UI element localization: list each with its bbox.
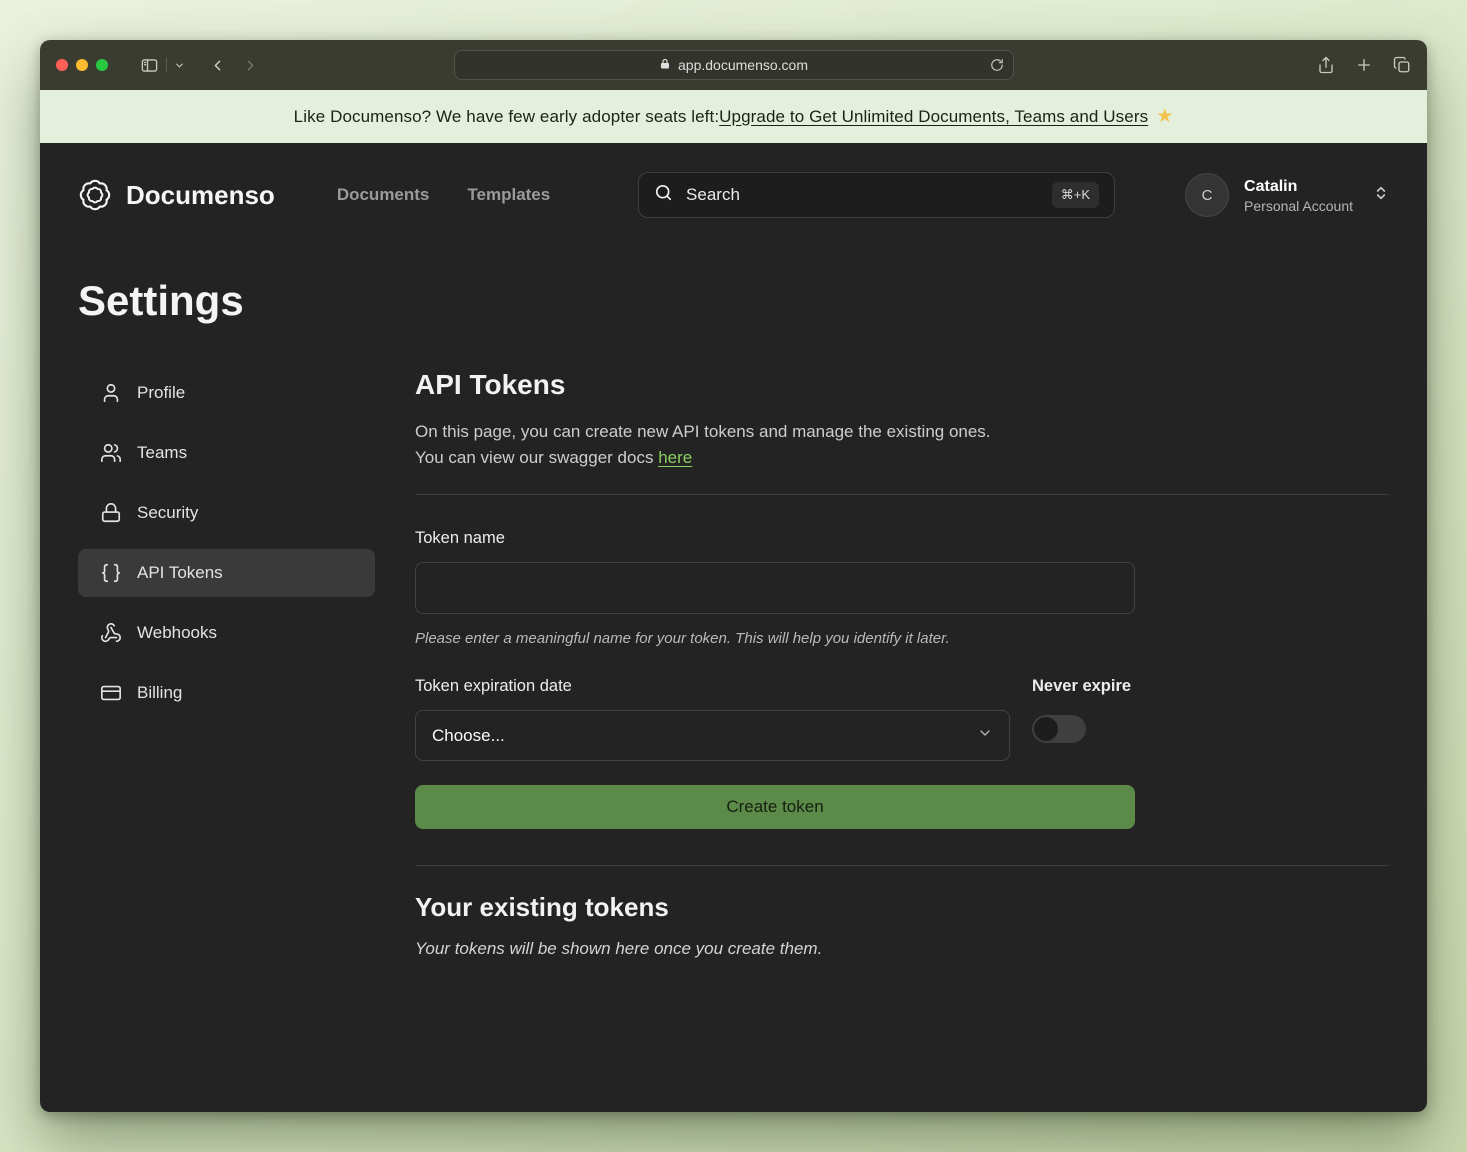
expiration-selected-value: Choose... bbox=[432, 726, 505, 746]
promo-text: Like Documenso? We have few early adopte… bbox=[294, 107, 720, 127]
nav-templates[interactable]: Templates bbox=[467, 185, 550, 205]
url-text: app.documenso.com bbox=[678, 57, 808, 73]
back-icon[interactable] bbox=[209, 57, 226, 74]
sidebar-chevron-down-icon[interactable] bbox=[174, 60, 185, 71]
search-icon bbox=[654, 183, 673, 207]
create-token-button[interactable]: Create token bbox=[415, 785, 1135, 829]
nav-documents[interactable]: Documents bbox=[337, 185, 430, 205]
search-input[interactable]: Search ⌘+K bbox=[638, 172, 1115, 218]
sidebar-item-webhooks[interactable]: Webhooks bbox=[78, 609, 375, 657]
toolbar-divider bbox=[166, 58, 167, 72]
account-menu[interactable]: C Catalin Personal Account bbox=[1185, 173, 1389, 217]
never-expire-label: Never expire bbox=[1032, 677, 1131, 696]
forward-icon[interactable] bbox=[242, 57, 259, 74]
divider bbox=[415, 494, 1389, 495]
browser-toolbar: app.documenso.com bbox=[40, 40, 1427, 90]
braces-icon bbox=[100, 562, 122, 584]
sidebar-item-label: Security bbox=[137, 503, 198, 523]
tab-overview-icon[interactable] bbox=[1393, 56, 1411, 74]
page-title: Settings bbox=[78, 277, 1389, 325]
close-window-button[interactable] bbox=[56, 59, 68, 71]
expiration-row: Token expiration date Choose... Never ex… bbox=[415, 677, 1135, 761]
sidebar-item-api-tokens[interactable]: API Tokens bbox=[78, 549, 375, 597]
search-placeholder: Search bbox=[686, 185, 740, 205]
traffic-lights bbox=[56, 59, 108, 71]
app-header: Documenso Documents Templates Search ⌘+K… bbox=[78, 143, 1389, 225]
sidebar-item-label: Billing bbox=[137, 683, 182, 703]
promo-banner: Like Documenso? We have few early adopte… bbox=[40, 90, 1427, 143]
sidebar-item-teams[interactable]: Teams bbox=[78, 429, 375, 477]
swagger-docs-link[interactable]: here bbox=[658, 448, 692, 467]
brand-name: Documenso bbox=[126, 180, 275, 211]
existing-tokens-title: Your existing tokens bbox=[415, 892, 1389, 923]
refresh-icon[interactable] bbox=[990, 58, 1004, 72]
new-tab-icon[interactable] bbox=[1355, 56, 1373, 74]
description-line1: On this page, you can create new API tok… bbox=[415, 422, 991, 441]
sidebar-toggle-icon[interactable] bbox=[140, 56, 159, 75]
toolbar-actions bbox=[1317, 56, 1411, 74]
account-name: Catalin bbox=[1244, 177, 1353, 197]
share-icon[interactable] bbox=[1317, 56, 1335, 74]
documenso-logo-icon bbox=[78, 178, 112, 212]
lock-icon bbox=[100, 502, 122, 524]
sidebar-item-label: API Tokens bbox=[137, 563, 223, 583]
app-page: Documenso Documents Templates Search ⌘+K… bbox=[40, 143, 1427, 1112]
toggle-knob bbox=[1034, 717, 1058, 741]
lock-icon bbox=[659, 57, 671, 73]
sidebar-item-billing[interactable]: Billing bbox=[78, 669, 375, 717]
browser-window: app.documenso.com Like Documenso? We hav… bbox=[40, 40, 1427, 1112]
chevron-down-icon bbox=[977, 725, 993, 746]
search-shortcut-badge: ⌘+K bbox=[1052, 182, 1099, 208]
account-type: Personal Account bbox=[1244, 198, 1353, 214]
expiration-select[interactable]: Choose... bbox=[415, 710, 1010, 761]
credit-card-icon bbox=[100, 682, 122, 704]
sidebar-item-label: Profile bbox=[137, 383, 185, 403]
expiration-label: Token expiration date bbox=[415, 677, 1010, 696]
sidebar-item-security[interactable]: Security bbox=[78, 489, 375, 537]
zoom-window-button[interactable] bbox=[96, 59, 108, 71]
api-tokens-panel: API Tokens On this page, you can create … bbox=[415, 369, 1389, 959]
divider bbox=[415, 865, 1389, 866]
existing-tokens-empty-note: Your tokens will be shown here once you … bbox=[415, 939, 1389, 959]
token-name-help: Please enter a meaningful name for your … bbox=[415, 630, 1135, 647]
address-bar[interactable]: app.documenso.com bbox=[454, 50, 1014, 80]
minimize-window-button[interactable] bbox=[76, 59, 88, 71]
sidebar-item-profile[interactable]: Profile bbox=[78, 369, 375, 417]
token-name-input[interactable] bbox=[415, 562, 1135, 614]
users-icon bbox=[100, 442, 122, 464]
star-icon: ★ bbox=[1156, 105, 1173, 128]
sidebar-item-label: Teams bbox=[137, 443, 187, 463]
section-title: API Tokens bbox=[415, 369, 1389, 401]
webhook-icon bbox=[100, 622, 122, 644]
settings-sidebar: Profile Teams Security bbox=[78, 369, 375, 959]
chevrons-up-down-icon bbox=[1373, 185, 1389, 206]
main-nav: Documents Templates bbox=[337, 185, 550, 205]
sidebar-item-label: Webhooks bbox=[137, 623, 217, 643]
description-line2: You can view our swagger docs bbox=[415, 448, 658, 467]
brand[interactable]: Documenso bbox=[78, 178, 275, 212]
create-token-form: Token name Please enter a meaningful nam… bbox=[415, 529, 1135, 829]
user-icon bbox=[100, 382, 122, 404]
section-description: On this page, you can create new API tok… bbox=[415, 419, 1389, 470]
never-expire-toggle[interactable] bbox=[1032, 715, 1086, 743]
upgrade-link[interactable]: Upgrade to Get Unlimited Documents, Team… bbox=[719, 107, 1148, 127]
token-name-label: Token name bbox=[415, 529, 1135, 548]
avatar: C bbox=[1185, 173, 1229, 217]
